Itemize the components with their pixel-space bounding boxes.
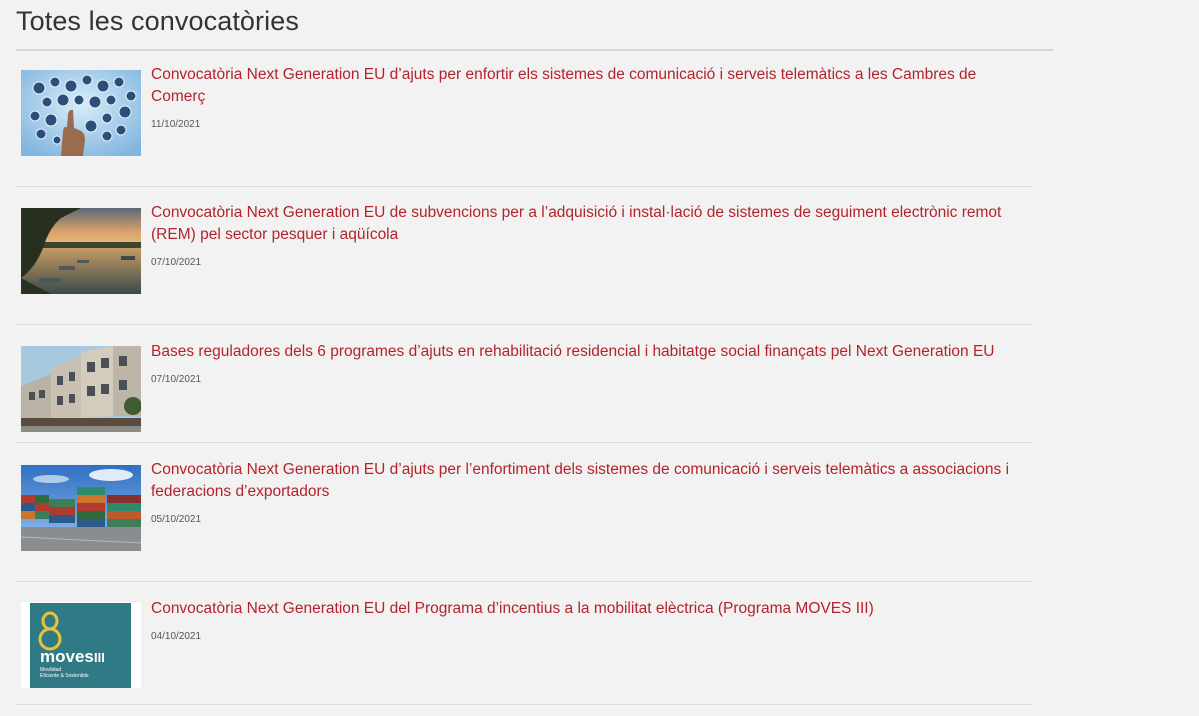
item-date: 04/10/2021 <box>151 631 202 642</box>
item-divider <box>16 581 1032 582</box>
item-date: 07/10/2021 <box>151 257 202 268</box>
item-divider <box>16 442 1032 443</box>
moves-logo-numeral: III <box>94 650 105 665</box>
item-title-link[interactable]: Convocatòria Next Generation EU de subve… <box>151 202 1031 246</box>
shipping-containers-image[interactable] <box>21 465 141 551</box>
title-divider <box>16 49 1053 51</box>
item-date: 05/10/2021 <box>151 514 202 525</box>
item-title-link[interactable]: Convocatòria Next Generation EU del Prog… <box>151 598 1031 620</box>
townhouses-image[interactable] <box>21 346 141 432</box>
item-title-link[interactable]: Convocatòria Next Generation EU d’ajuts … <box>151 459 1031 503</box>
item-date: 11/10/2021 <box>151 119 201 130</box>
item-title-link[interactable]: Bases reguladores dels 6 programes d’aju… <box>151 341 1031 363</box>
item-title-link[interactable]: Convocatòria Next Generation EU d’ajuts … <box>151 64 1031 108</box>
moves-iii-logo[interactable]: moves III Movilidad Eficiente & Sostenib… <box>21 602 141 688</box>
page-title: Totes les convocatòries <box>16 6 299 36</box>
digital-network-hand-image[interactable] <box>21 70 141 156</box>
moves-logo-tagline-2: Eficiente & Sostenible <box>40 673 89 679</box>
item-divider <box>16 324 1032 325</box>
item-divider <box>16 704 1032 705</box>
item-divider <box>16 186 1032 187</box>
lake-boats-sunset-image[interactable] <box>21 208 141 294</box>
item-date: 07/10/2021 <box>151 374 202 385</box>
moves-logo-word: moves <box>40 647 94 666</box>
